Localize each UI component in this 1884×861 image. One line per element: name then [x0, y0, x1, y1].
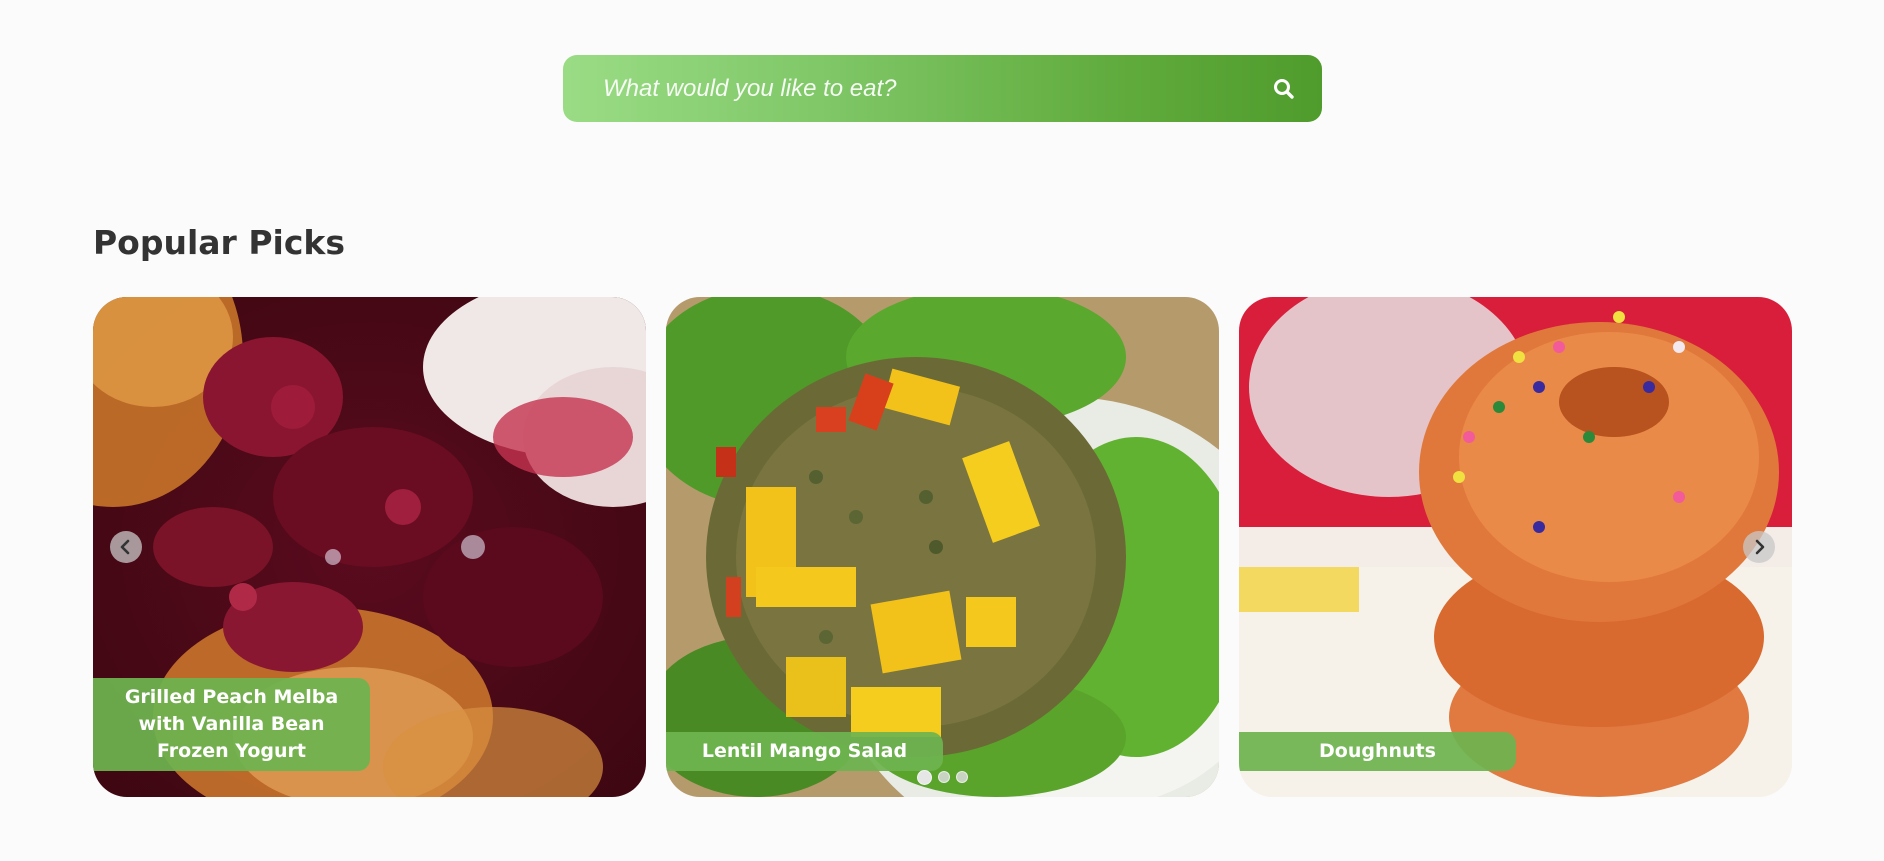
recipe-card[interactable]: Lentil Mango Salad [666, 297, 1219, 797]
recipe-card-title: Grilled Peach Melba with Vanilla Bean Fr… [93, 678, 370, 771]
search-input[interactable] [583, 55, 1223, 122]
carousel-pagination [917, 770, 968, 785]
recipe-card[interactable]: Grilled Peach Melba with Vanilla Bean Fr… [93, 297, 646, 797]
recipe-image-lentil-mango-salad [666, 297, 1219, 797]
recipe-card-title: Lentil Mango Salad [666, 732, 943, 771]
recipe-card-title: Doughnuts [1239, 732, 1516, 771]
search-button[interactable] [1264, 69, 1304, 109]
carousel-prev-button[interactable] [110, 531, 142, 563]
chevron-right-icon [1755, 539, 1765, 555]
carousel-dot[interactable] [938, 771, 950, 783]
popular-picks-carousel: Grilled Peach Melba with Vanilla Bean Fr… [93, 297, 1793, 797]
search-bar [563, 55, 1322, 122]
search-icon [1274, 79, 1294, 99]
carousel-dot[interactable] [917, 770, 932, 785]
section-title: Popular Picks [93, 223, 345, 262]
recipe-card[interactable]: Doughnuts [1239, 297, 1792, 797]
chevron-left-icon [120, 539, 130, 555]
carousel-dot[interactable] [956, 771, 968, 783]
carousel-next-button[interactable] [1743, 531, 1775, 563]
recipe-image-doughnuts [1239, 297, 1792, 797]
